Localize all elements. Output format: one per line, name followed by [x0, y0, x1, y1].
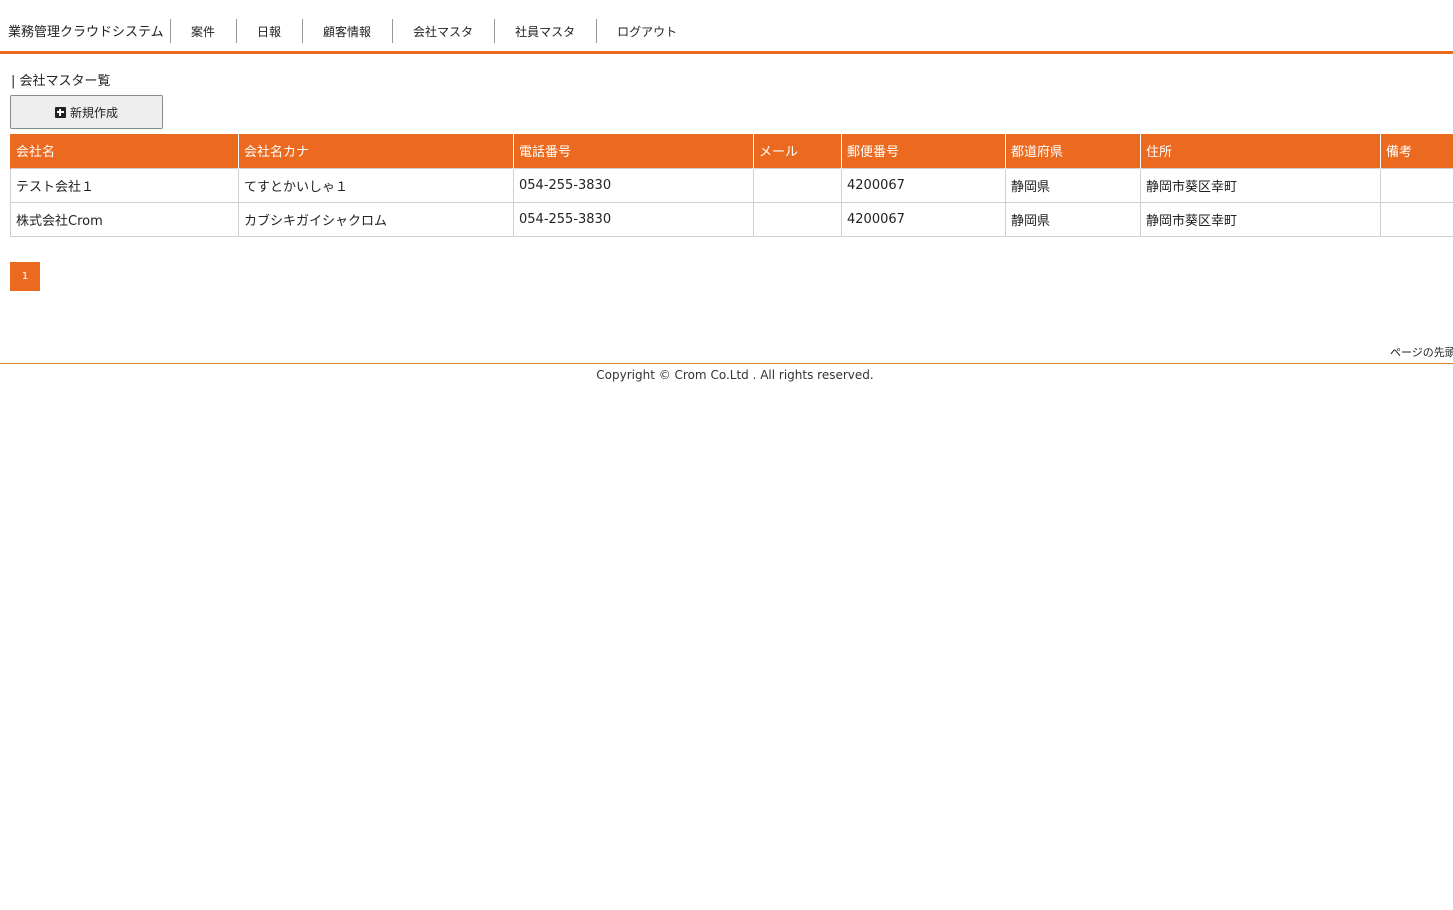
table-row[interactable]: 株式会社Crom カブシキガイシャクロム 054-255-3830 420006… [10, 201, 1453, 237]
nav-item-company-master[interactable]: 会社マスタ [392, 19, 494, 43]
cell-phone: 054-255-3830 [513, 201, 754, 237]
cell-postal-code: 4200067 [841, 167, 1006, 203]
column-header-address[interactable]: 住所 [1140, 134, 1381, 168]
company-master-table: 会社名 会社名カナ 電話番号 メール 郵便番号 都道府県 住所 備考 テスト会社… [10, 134, 1453, 237]
cell-notes [1380, 167, 1453, 203]
new-create-button-label: 新規作成 [69, 105, 118, 120]
new-create-button[interactable]: 新規作成 [10, 95, 163, 129]
cell-company-name[interactable]: 株式会社Crom [10, 201, 239, 237]
app-title: 業務管理クラウドシステム [8, 25, 164, 40]
column-header-company-kana[interactable]: 会社名カナ [238, 134, 514, 168]
nav-item-logout[interactable]: ログアウト [596, 19, 698, 43]
column-header-phone[interactable]: 電話番号 [513, 134, 754, 168]
cell-postal-code: 4200067 [841, 201, 1006, 237]
cell-prefecture: 静岡県 [1005, 201, 1141, 237]
cell-company-kana: てすとかいしゃ１ [238, 167, 514, 203]
column-header-prefecture[interactable]: 都道府県 [1005, 134, 1141, 168]
table-row[interactable]: テスト会社１ てすとかいしゃ１ 054-255-3830 4200067 静岡県… [10, 167, 1453, 203]
column-header-company-name[interactable]: 会社名 [10, 134, 239, 168]
cell-email [753, 201, 842, 237]
page-link-current[interactable]: 1 [10, 262, 40, 291]
copyright-text: Copyright © Crom Co.Ltd . All rights res… [596, 368, 874, 382]
nav-item-daily-report[interactable]: 日報 [236, 19, 302, 43]
column-header-email[interactable]: メール [753, 134, 842, 168]
cell-notes [1380, 201, 1453, 237]
page-title: | 会社マスター覧 [11, 74, 111, 89]
cell-email [753, 167, 842, 203]
plus-square-icon [54, 106, 66, 118]
cell-company-name[interactable]: テスト会社１ [10, 167, 239, 203]
nav-item-customer-info[interactable]: 顧客情報 [302, 19, 392, 43]
top-navigation-bar: 業務管理クラウドシステム 案件 日報 顧客情報 会社マスタ 社員マスタ ログアウ… [0, 0, 1453, 54]
cell-address: 静岡市葵区幸町 [1140, 167, 1381, 203]
cell-phone: 054-255-3830 [513, 167, 754, 203]
cell-address: 静岡市葵区幸町 [1140, 201, 1381, 237]
pagination: 1 [10, 262, 40, 291]
cell-prefecture: 静岡県 [1005, 167, 1141, 203]
table-header-row: 会社名 会社名カナ 電話番号 メール 郵便番号 都道府県 住所 備考 [10, 134, 1453, 168]
column-header-postal-code[interactable]: 郵便番号 [841, 134, 1006, 168]
page-top-link[interactable]: ページの先頭 [1390, 344, 1453, 360]
column-header-notes[interactable]: 備考 [1380, 134, 1453, 168]
footer-divider [0, 363, 1453, 364]
nav-item-projects[interactable]: 案件 [170, 19, 236, 43]
cell-company-kana: カブシキガイシャクロム [238, 201, 514, 237]
main-nav: 案件 日報 顧客情報 会社マスタ 社員マスタ ログアウト [170, 19, 698, 43]
nav-item-employee-master[interactable]: 社員マスタ [494, 19, 596, 43]
